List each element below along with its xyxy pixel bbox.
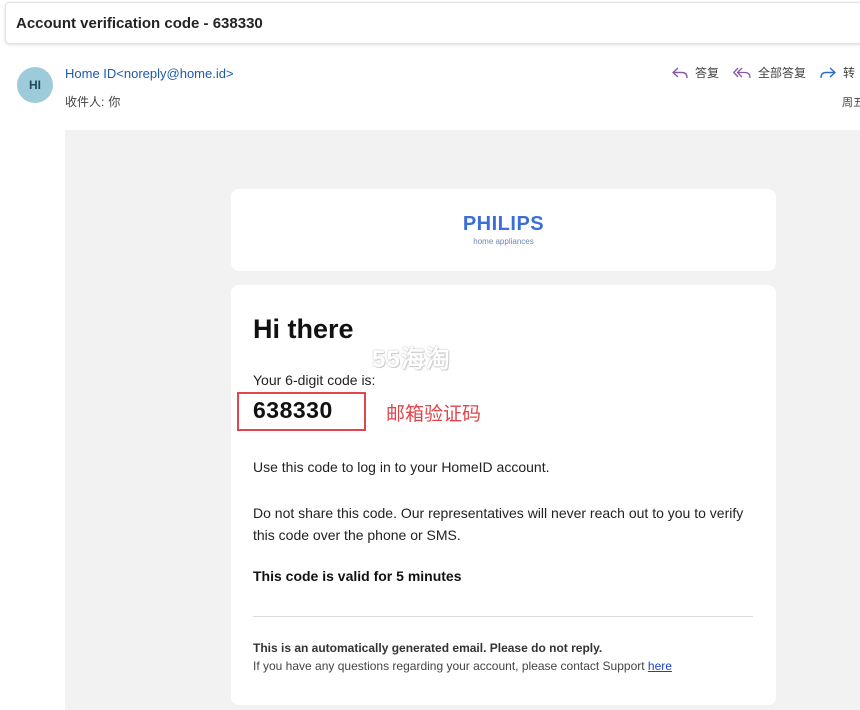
validity-note: This code is valid for 5 minutes [253, 568, 462, 584]
forward-icon [820, 66, 837, 78]
email-subject: Account verification code - 638330 [16, 14, 263, 32]
sender-name[interactable]: Home ID<noreply@home.id> [65, 66, 234, 81]
content-card: Hi there 55海淘 Your 6-digit code is: 6383… [231, 285, 776, 705]
support-link[interactable]: here [648, 659, 672, 673]
auto-generated-note: This is an automatically generated email… [253, 641, 603, 655]
divider [253, 616, 753, 617]
recipient-value[interactable]: 你 [108, 95, 120, 109]
verification-code[interactable]: 638330 [253, 397, 333, 424]
recipient-line: 收件人: 你 [65, 93, 120, 110]
message-actions: 答复 全部答复 转 [672, 64, 860, 81]
forward-button[interactable]: 转 [820, 64, 855, 81]
logo-tagline: home appliances [473, 237, 534, 246]
recipient-label: 收件人: [65, 95, 105, 109]
reply-all-label: 全部答复 [758, 66, 807, 80]
subject-bar: Account verification code - 638330 [5, 2, 860, 44]
security-warning: Do not share this code. Our representati… [253, 505, 744, 543]
reply-icon [672, 66, 688, 78]
reply-all-icon [733, 67, 751, 78]
logo-card: PHILIPS home appliances [231, 189, 776, 271]
code-intro: Your 6-digit code is: [253, 372, 376, 388]
reply-button[interactable]: 答复 [672, 64, 719, 81]
support-line: If you have any questions regarding your… [253, 659, 672, 673]
philips-logo: PHILIPS [462, 213, 545, 235]
code-annotation: 邮箱验证码 [386, 404, 482, 425]
support-text: If you have any questions regarding your… [253, 659, 648, 673]
reply-all-button[interactable]: 全部答复 [733, 64, 806, 81]
forward-label: 转 [843, 66, 856, 80]
message-date: 周五 [842, 97, 860, 109]
sender-avatar[interactable]: HI [17, 67, 53, 103]
reply-label: 答复 [695, 66, 720, 80]
watermark-logo: 55海淘 [372, 346, 451, 373]
greeting-heading: Hi there [253, 314, 354, 344]
login-instruction: Use this code to log in to your HomeID a… [253, 459, 550, 475]
